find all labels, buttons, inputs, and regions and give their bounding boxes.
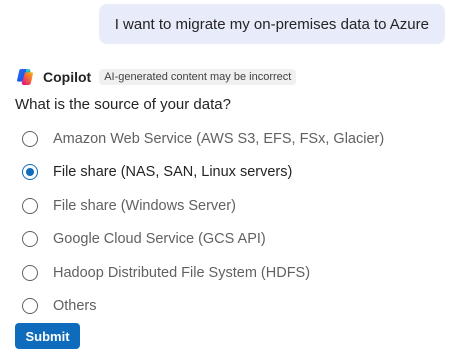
radio-button[interactable] (22, 197, 38, 214)
copilot-name: Copilot (43, 69, 92, 85)
radio-button[interactable] (22, 264, 38, 281)
source-option-label: File share (NAS, SAN, Linux servers) (53, 164, 293, 181)
user-message-bubble: I want to migrate my on-premises data to… (98, 4, 445, 44)
source-option-label: File share (Windows Server) (53, 197, 236, 214)
radio-button[interactable] (22, 298, 38, 315)
source-option-label: Amazon Web Service (AWS S3, EFS, FSx, Gl… (53, 130, 385, 147)
source-option[interactable]: File share (Windows Server) (22, 189, 384, 223)
source-option[interactable]: File share (NAS, SAN, Linux servers) (22, 156, 384, 190)
user-message-text: I want to migrate my on-premises data to… (114, 15, 429, 33)
source-options-radio-group: Amazon Web Service (AWS S3, EFS, FSx, Gl… (22, 122, 384, 323)
source-option[interactable]: Google Cloud Service (GCS API) (22, 223, 384, 257)
submit-button[interactable]: Submit (15, 323, 80, 349)
radio-button[interactable] (22, 130, 38, 147)
radio-button-checked[interactable] (22, 164, 38, 181)
source-option[interactable]: Others (22, 290, 384, 324)
ai-disclaimer-badge: AI-generated content may be incorrect (99, 69, 297, 85)
copilot-header: Copilot AI-generated content may be inco… (15, 66, 297, 88)
source-option-label: Hadoop Distributed File System (HDFS) (53, 264, 311, 281)
copilot-logo-icon (17, 69, 33, 85)
source-option-label: Others (53, 298, 97, 315)
source-option-label: Google Cloud Service (GCS API) (53, 231, 266, 248)
radio-button[interactable] (22, 231, 38, 248)
question-text: What is the source of your data? (15, 96, 231, 113)
source-option[interactable]: Hadoop Distributed File System (HDFS) (22, 256, 384, 290)
source-option[interactable]: Amazon Web Service (AWS S3, EFS, FSx, Gl… (22, 122, 384, 156)
